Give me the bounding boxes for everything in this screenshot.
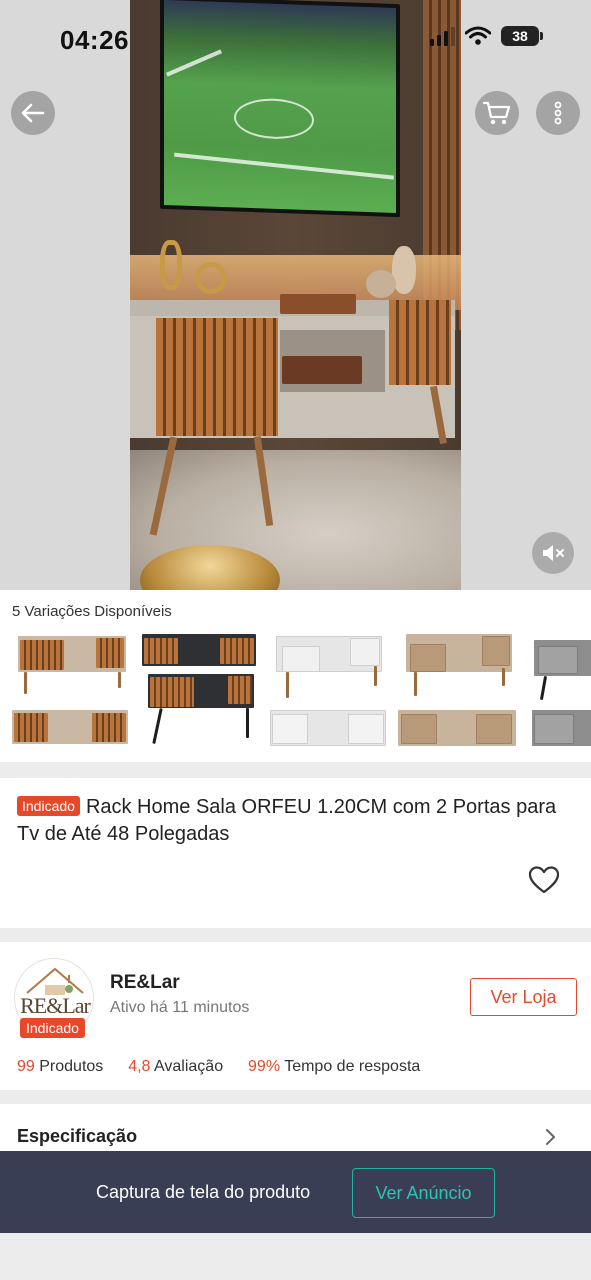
back-arrow-icon — [21, 103, 45, 123]
store-card: RE&Lar Indicado RE&Lar Ativo há 11 minut… — [0, 942, 591, 1090]
chevron-right-icon — [546, 1129, 555, 1145]
back-button[interactable] — [11, 91, 55, 135]
product-title-block: Indicado Rack Home Sala ORFEU 1.20CM com … — [17, 794, 572, 848]
status-time: 04:26 — [60, 25, 129, 55]
heart-icon[interactable] — [528, 865, 560, 895]
store-indicado-badge: Indicado — [20, 1018, 85, 1038]
signal-icon — [430, 26, 455, 46]
product-title-card: Indicado Rack Home Sala ORFEU 1.20CM com … — [0, 778, 591, 928]
stat-value: 99 — [17, 1058, 35, 1075]
cart-icon — [483, 101, 511, 125]
indicado-badge: Indicado — [17, 796, 80, 816]
stat-value: 4,8 — [128, 1058, 151, 1075]
view-store-button[interactable]: Ver Loja — [470, 978, 577, 1016]
product-image — [130, 0, 461, 590]
screenshot-label: Captura de tela do produto — [96, 1182, 311, 1202]
mute-button[interactable] — [532, 532, 574, 574]
stat-label: Produtos — [39, 1058, 104, 1075]
store-logo-text: RE&Lar — [20, 993, 91, 1018]
cart-button[interactable] — [475, 91, 519, 135]
view-listing-button[interactable]: Ver Anúncio — [352, 1168, 495, 1218]
product-media[interactable]: 04:26 38 — [0, 0, 591, 590]
variation-item[interactable] — [140, 630, 258, 750]
stat-label: Tempo de resposta — [284, 1058, 421, 1075]
product-title: Rack Home Sala ORFEU 1.20CM com 2 Portas… — [17, 796, 557, 845]
home-indicator-area — [0, 1233, 591, 1280]
variation-item[interactable] — [10, 630, 128, 750]
specification-label: Especificação — [17, 1126, 138, 1146]
status-icons: 38 — [430, 26, 543, 46]
more-button[interactable] — [536, 91, 580, 135]
mute-icon — [543, 545, 564, 561]
variation-item[interactable] — [398, 630, 516, 750]
stat-label: Avaliação — [154, 1058, 224, 1075]
stat-value: 99% — [248, 1058, 281, 1075]
variation-item[interactable] — [528, 630, 591, 750]
bottom-bar: Captura de tela do produto Ver Anúncio — [0, 1151, 591, 1233]
variations-title: 5 Variações Disponíveis — [12, 603, 172, 620]
variation-item[interactable] — [270, 630, 388, 750]
wifi-icon — [465, 26, 491, 45]
store-stats: 99 Produtos 4,8 Avaliação 99% Tempo de r… — [17, 1058, 420, 1076]
battery-icon: 38 — [501, 26, 543, 46]
variations-section: 5 Variações Disponíveis — [0, 590, 591, 762]
more-vertical-icon — [554, 101, 562, 125]
tv-illustration — [160, 0, 400, 218]
store-active-status: Ativo há 11 minutos — [110, 999, 250, 1016]
store-name[interactable]: RE&Lar — [110, 972, 180, 994]
